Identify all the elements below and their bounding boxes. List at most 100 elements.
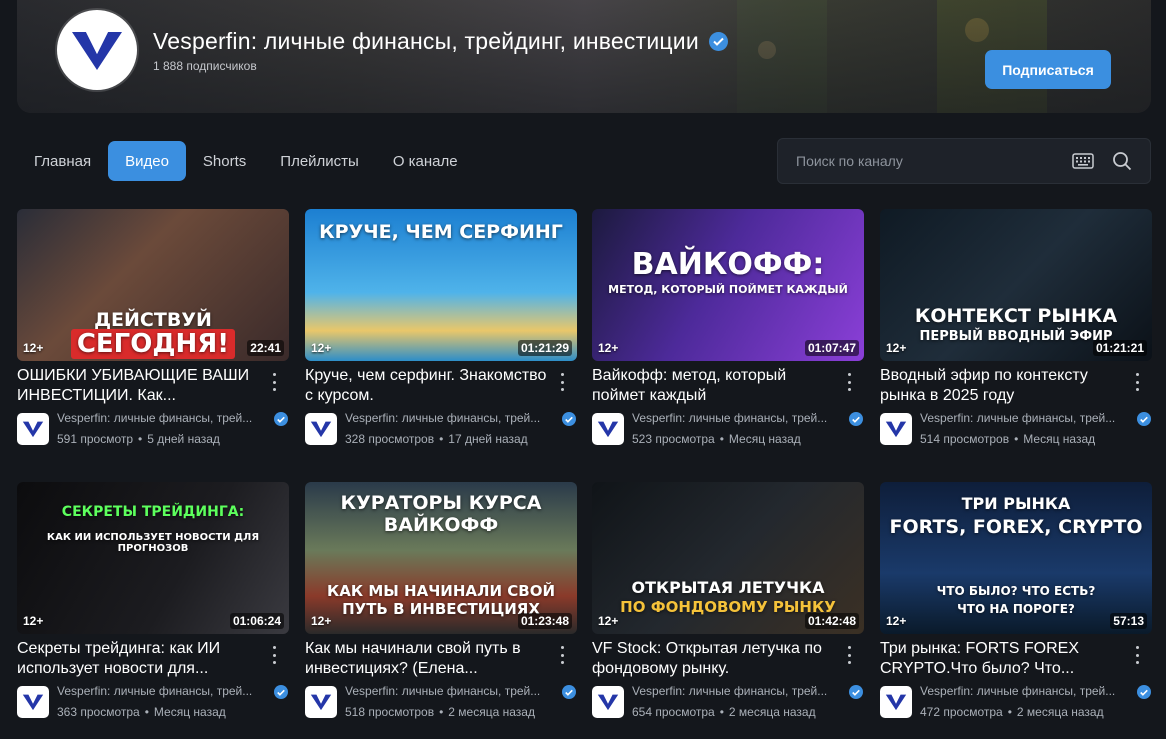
age-rating-badge: 12+	[598, 341, 619, 355]
channel-avatar-small[interactable]	[305, 413, 337, 445]
video-thumbnail[interactable]: СЕКРЕТЫ ТРЕЙДИНГА: КАК ИИ ИСПОЛЬЗУЕТ НОВО…	[17, 482, 289, 634]
more-options-icon[interactable]	[553, 371, 571, 393]
thumbnail-caption: КОНТЕКСТ РЫНКА	[914, 305, 1118, 327]
age-rating-badge: 12+	[886, 341, 907, 355]
channel-name[interactable]: Vesperfin: личные финансы, трей...	[345, 684, 555, 698]
verified-icon	[849, 685, 863, 699]
more-options-icon[interactable]	[265, 371, 283, 393]
more-options-icon[interactable]	[1128, 371, 1146, 393]
video-card[interactable]: СЕКРЕТЫ ТРЕЙДИНГА: КАК ИИ ИСПОЛЬЗУЕТ НОВО…	[17, 482, 289, 732]
view-count: 514 просмотров	[920, 432, 1010, 446]
subscribe-button[interactable]: Подписаться	[985, 50, 1111, 89]
video-thumbnail[interactable]: ТРИ РЫНКА FORTS, FOREX, CRYPTO ЧТО БЫЛО? Ч…	[880, 482, 1152, 634]
view-count: 518 просмотров	[345, 705, 435, 719]
video-thumbnail[interactable]: ВАЙКОФФ: МЕТОД, КОТОРЫЙ ПОЙМЕТ КАЖДЫЙ 12+…	[592, 209, 864, 361]
video-card[interactable]: ВАЙКОФФ: МЕТОД, КОТОРЫЙ ПОЙМЕТ КАЖДЫЙ 12+…	[592, 209, 864, 459]
view-count: 523 просмотра	[632, 432, 715, 446]
upload-age: 17 дней назад	[448, 432, 528, 446]
vesperfin-logo-icon	[310, 421, 332, 438]
video-card[interactable]: КОНТЕКСТ РЫНКА ПЕРВЫЙ ВВОДНЫЙ ЭФИР 12+ 01…	[880, 209, 1152, 459]
tab-shorts[interactable]: Shorts	[186, 141, 263, 181]
search-icon[interactable]	[1112, 151, 1132, 171]
video-meta: 363 просмотра • Месяц назад	[57, 705, 226, 719]
upload-age: 5 дней назад	[147, 432, 220, 446]
channel-avatar[interactable]	[57, 10, 137, 90]
thumbnail-caption: ЧТО БЫЛО? ЧТО ЕСТЬ?	[936, 584, 1096, 598]
verified-icon	[562, 412, 576, 426]
vesperfin-logo-icon	[22, 694, 44, 711]
channel-name[interactable]: Vesperfin: личные финансы, трей...	[345, 411, 555, 425]
channel-banner: Vesperfin: личные финансы, трейдинг, инв…	[17, 0, 1151, 113]
channel-avatar-small[interactable]	[17, 686, 49, 718]
more-options-icon[interactable]	[553, 644, 571, 666]
video-title[interactable]: Три рынка: FORTS FOREX CRYPTO.Что было? …	[880, 639, 1125, 679]
video-thumbnail[interactable]: ОТКРЫТАЯ ЛЕТУЧКА ПО ФОНДОВОМУ РЫНКУ 12+ 0…	[592, 482, 864, 634]
search-input[interactable]	[796, 153, 1072, 169]
video-title[interactable]: VF Stock: Открытая летучка по фондовому …	[592, 639, 837, 679]
channel-avatar-small[interactable]	[305, 686, 337, 718]
video-card[interactable]: ДЕЙСТВУЙ СЕГОДНЯ! 12+ 22:41 ОШИБКИ УБИВАЮ…	[17, 209, 289, 459]
more-options-icon[interactable]	[1128, 644, 1146, 666]
video-meta: 514 просмотров • Месяц назад	[920, 432, 1096, 446]
video-title[interactable]: Секреты трейдинга: как ИИ использует нов…	[17, 639, 262, 679]
channel-avatar-small[interactable]	[592, 413, 624, 445]
video-title[interactable]: Вводный эфир по контексту рынка в 2025 г…	[880, 366, 1125, 406]
age-rating-badge: 12+	[311, 614, 332, 628]
video-duration: 01:42:48	[804, 613, 859, 629]
more-options-icon[interactable]	[265, 644, 283, 666]
video-duration: 01:21:29	[517, 340, 572, 356]
video-title[interactable]: Вайкофф: метод, который поймет каждый	[592, 366, 837, 406]
video-card[interactable]: КРУЧЕ, ЧЕМ СЕРФИНГ 12+ 01:21:29 Круче, ч…	[305, 209, 577, 459]
video-thumbnail[interactable]: КУРАТОРЫ КУРСА ВАЙКОФФ КАК МЫ НАЧИНАЛИ СВ…	[305, 482, 577, 634]
channel-name[interactable]: Vesperfin: личные финансы, трей...	[632, 411, 842, 425]
channel-name[interactable]: Vesperfin: личные финансы, трей...	[920, 684, 1130, 698]
tab-videos[interactable]: Видео	[108, 141, 186, 181]
vesperfin-logo-icon	[22, 421, 44, 438]
channel-avatar-small[interactable]	[17, 413, 49, 445]
subscriber-count: 1 888 подписчиков	[153, 59, 257, 73]
view-count: 591 просмотр	[57, 432, 134, 446]
channel-avatar-small[interactable]	[880, 686, 912, 718]
video-card[interactable]: КУРАТОРЫ КУРСА ВАЙКОФФ КАК МЫ НАЧИНАЛИ СВ…	[305, 482, 577, 732]
upload-age: Месяц назад	[153, 705, 226, 719]
vesperfin-logo-icon	[310, 694, 332, 711]
verified-icon	[274, 685, 288, 699]
thumbnail-caption: ТРИ РЫНКА	[961, 494, 1071, 513]
video-duration: 01:23:48	[517, 613, 572, 629]
age-rating-badge: 12+	[23, 341, 44, 355]
upload-age: 2 месяца назад	[448, 705, 535, 719]
channel-avatar-small[interactable]	[880, 413, 912, 445]
channel-name[interactable]: Vesperfin: личные финансы, трей...	[57, 684, 267, 698]
tab-about[interactable]: О канале	[376, 141, 475, 181]
video-title[interactable]: Круче, чем серфинг. Знакомство с курсом.	[305, 366, 550, 406]
video-title[interactable]: Как мы начинали свой путь в инвестициях?…	[305, 639, 550, 679]
verified-icon	[849, 412, 863, 426]
tab-home[interactable]: Главная	[17, 141, 108, 181]
tab-playlists[interactable]: Плейлисты	[263, 141, 376, 181]
thumbnail-caption: FORTS, FOREX, CRYPTO	[889, 516, 1143, 538]
thumbnail-caption: ВАЙКОФФ:	[631, 247, 825, 282]
channel-name[interactable]: Vesperfin: личные финансы, трей...	[632, 684, 842, 698]
more-options-icon[interactable]	[840, 644, 858, 666]
channel-avatar-small[interactable]	[592, 686, 624, 718]
age-rating-badge: 12+	[598, 614, 619, 628]
video-card[interactable]: ОТКРЫТАЯ ЛЕТУЧКА ПО ФОНДОВОМУ РЫНКУ 12+ 0…	[592, 482, 864, 732]
channel-name[interactable]: Vesperfin: личные финансы, трей...	[57, 411, 267, 425]
video-thumbnail[interactable]: КРУЧЕ, ЧЕМ СЕРФИНГ 12+ 01:21:29	[305, 209, 577, 361]
verified-icon	[274, 412, 288, 426]
video-thumbnail[interactable]: КОНТЕКСТ РЫНКА ПЕРВЫЙ ВВОДНЫЙ ЭФИР 12+ 01…	[880, 209, 1152, 361]
more-options-icon[interactable]	[840, 371, 858, 393]
channel-tabs: Главная Видео Shorts Плейлисты О канале	[17, 141, 475, 181]
video-title[interactable]: ОШИБКИ УБИВАЮЩИЕ ВАШИ ИНВЕСТИЦИИ. Как...	[17, 366, 262, 406]
thumbnail-caption: СЕКРЕТЫ ТРЕЙДИНГА:	[61, 504, 245, 520]
video-card[interactable]: ТРИ РЫНКА FORTS, FOREX, CRYPTO ЧТО БЫЛО? Ч…	[880, 482, 1152, 732]
video-meta: 328 просмотров • 17 дней назад	[345, 432, 528, 446]
keyboard-icon[interactable]	[1072, 153, 1094, 169]
video-duration: 01:06:24	[229, 613, 284, 629]
video-duration: 01:07:47	[804, 340, 859, 356]
view-count: 472 просмотра	[920, 705, 1003, 719]
channel-name[interactable]: Vesperfin: личные финансы, трей...	[920, 411, 1130, 425]
video-meta: 523 просмотра • Месяц назад	[632, 432, 801, 446]
vesperfin-logo-icon	[597, 421, 619, 438]
video-thumbnail[interactable]: ДЕЙСТВУЙ СЕГОДНЯ! 12+ 22:41	[17, 209, 289, 361]
